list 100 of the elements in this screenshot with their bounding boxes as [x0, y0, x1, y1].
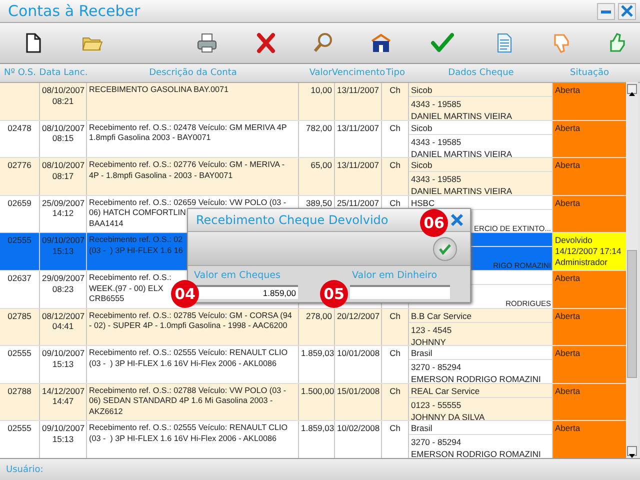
account-holder: DANIEL MARTINS VIEIRA	[411, 111, 512, 120]
payment-type: Ch	[390, 160, 400, 170]
amount: 782,00	[306, 122, 332, 133]
cash-field[interactable]	[350, 285, 450, 299]
account-number: 4343 - 19585	[411, 136, 462, 147]
payment-type: Ch	[390, 122, 400, 133]
account-holder: DANIEL MARTINS VIEIRA	[411, 186, 512, 195]
account-number: 4343 - 19585	[411, 174, 462, 184]
description-line: Recebimento ref. O.S.: 02785 Veículo: GM - CORSA (94	[89, 310, 292, 322]
payment-type: Ch	[390, 85, 400, 95]
bank-name: Sicob	[411, 122, 432, 133]
due-date: 25/11/2007	[337, 198, 379, 208]
dialog-title: Recebimento Cheque Devolvido	[196, 213, 388, 227]
scroll-up-icon[interactable]	[628, 90, 636, 98]
close-button[interactable]	[618, 2, 636, 20]
bank-name: Sicob	[411, 85, 432, 95]
confirm-button[interactable]	[433, 236, 457, 260]
status-cell: Aberta	[553, 158, 626, 195]
printer-icon[interactable]	[195, 31, 219, 55]
description-line: 1.8mpfi Gasolina 2003 - BAY0071	[89, 133, 211, 144]
description-line: (03 - ) 3P HI-FLEX 1.6 16	[89, 246, 183, 257]
os-number: 02637	[8, 272, 32, 283]
account-holder: JOHNNY	[411, 336, 446, 346]
account-holder: EMERSON RODRIGO ROMAZINI	[411, 374, 541, 383]
scroll-down-icon[interactable]	[628, 452, 636, 460]
account-number: 123 - 4545	[411, 324, 452, 335]
column-header[interactable]: Situação	[570, 68, 609, 78]
description-line: 06) SEDAN STANDARD 4P 1.6 Mi Gasolina 2003 -	[89, 396, 273, 407]
due-date: 13/11/2007	[337, 122, 379, 133]
entry-date: 09/10/2007 15:13	[42, 423, 85, 444]
payment-type: Ch	[390, 310, 400, 321]
account-holder: JOHNNY DA SILVA	[411, 412, 485, 420]
due-date: 13/11/2007	[337, 85, 379, 95]
account-holder: DANIEL MARTINS VIEIRA	[411, 148, 512, 158]
description-line: Recebimento ref. O.S.: 02478 Veículo: GM MERIVA 4P	[89, 122, 287, 134]
column-header[interactable]: Tipo	[386, 68, 405, 78]
status-cell: Aberta	[553, 346, 626, 383]
column-header[interactable]: Descrição da Conta	[149, 68, 237, 78]
description-line: Recebimento ref. O.S.: 02555 Veículo: RENAULT CLIO	[89, 348, 288, 359]
account-number: 0123 - 55555	[411, 400, 462, 410]
description-line: WEEK.(97 - 00) ELX	[89, 284, 164, 294]
amount: 1.500,00	[301, 386, 334, 396]
os-number: 02788	[8, 386, 32, 396]
entry-date: 14/12/2007 14:47	[42, 386, 85, 406]
status-cell: Aberta	[553, 421, 626, 458]
bank-name: Sicob	[411, 160, 432, 170]
status-cell: Aberta	[553, 270, 626, 308]
column-header[interactable]: Nº O.S.	[4, 68, 36, 78]
check-icon[interactable]	[430, 31, 454, 55]
amount: 389,50	[306, 198, 332, 208]
column-header[interactable]: Dados Cheque	[448, 68, 514, 78]
description-line: (03 - ) 3P HI-FLEX 1.6 16V Hi-Flex 2006 - AKL0086	[89, 434, 276, 445]
field-label: Valor em Dinheiro	[351, 270, 438, 283]
column-header[interactable]: Vencimento	[332, 68, 386, 78]
os-number: 02555	[8, 235, 32, 246]
user-label: Usuário:	[6, 465, 44, 475]
cheques-field[interactable]: 1.859,00	[194, 285, 298, 299]
close-button[interactable]	[450, 213, 464, 227]
status-cell: Aberta	[553, 384, 626, 420]
description-line: - 02) - SUPER 4P - 1.0mpfi Gasolina - 1998 - AAC6200	[89, 321, 288, 332]
status-cell: Aberta	[553, 196, 626, 232]
description-line: Recebimento ref. O.S.: 02555 Veículo: RENAULT CLIO	[89, 423, 288, 434]
payment-type: Ch	[390, 198, 400, 208]
bank-name: B.B Car Service	[411, 310, 472, 321]
description-line: 06) HATCH COMFORTLIN	[89, 208, 186, 219]
check-icon	[438, 242, 452, 256]
due-date: 13/11/2007	[337, 160, 379, 170]
field-label: Valor em Cheques	[194, 270, 282, 283]
building-icon[interactable]	[369, 31, 393, 55]
bank-name: Brasil	[411, 423, 432, 434]
amount: 1.859,03	[301, 423, 334, 434]
bank-name: HSBC	[411, 198, 435, 208]
os-number: 02785	[8, 310, 32, 321]
entry-date: 09/10/2007 15:13	[42, 235, 85, 256]
account-number: 4343 - 19585	[411, 99, 462, 109]
os-number: 02776	[8, 160, 32, 170]
os-number: 02478	[8, 122, 32, 133]
description-line: BAA1414	[89, 218, 124, 230]
amount: 1.859,03	[301, 348, 334, 358]
description-line: Recebimento ref. O.S.:	[89, 272, 172, 284]
os-number: 02555	[8, 348, 32, 358]
status-cell: Aberta	[553, 83, 626, 120]
column-header[interactable]: Data Lanc.	[39, 68, 88, 78]
due-date: 10/02/2008	[337, 423, 380, 434]
account-number: 3270 - 85294	[411, 437, 462, 448]
status-cell: Devolvido 14/12/2007 17:14 Administrador	[553, 233, 626, 270]
status-cell: Aberta	[553, 308, 626, 346]
search-icon[interactable]	[311, 31, 335, 55]
delete-icon[interactable]	[254, 31, 278, 55]
account-holder: EMERSON RODRIGO ROMAZINI	[411, 449, 541, 458]
description-line: 4P - 1.8mpfi Gasolina - 2003 - BAY0071	[89, 170, 233, 182]
minimize-button[interactable]	[597, 2, 615, 20]
due-date: 10/01/2008	[337, 348, 380, 358]
scrollbar[interactable]	[626, 82, 638, 458]
amount: 10,00	[310, 85, 332, 95]
amount: 278,00	[306, 310, 332, 321]
status-cell: Aberta	[553, 120, 626, 158]
entry-date: 08/10/2007 08:15	[42, 122, 85, 144]
description-line: RECEBIMENTO GASOLINA BAY.0071	[89, 85, 228, 96]
entry-date: 25/09/2007 14:12	[42, 198, 85, 218]
